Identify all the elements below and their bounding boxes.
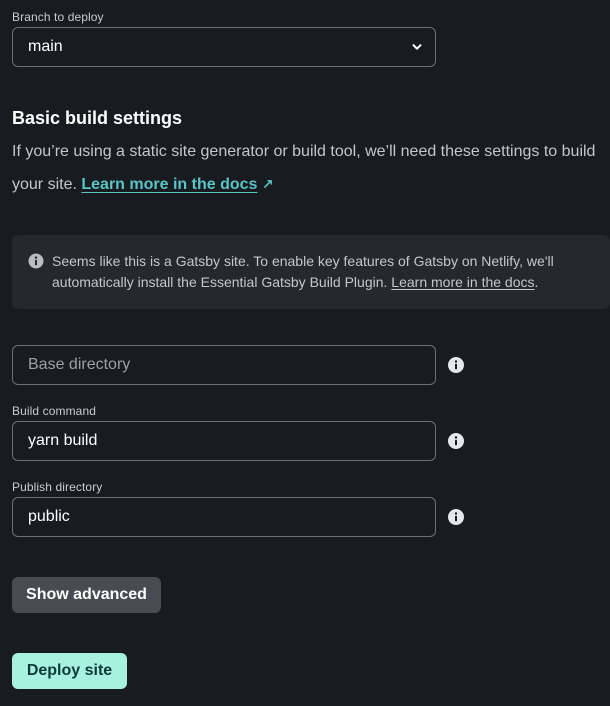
- callout-trailing: .: [534, 274, 539, 290]
- info-glyph-icon: [454, 512, 458, 522]
- base-directory-input[interactable]: Base directory: [12, 345, 436, 385]
- build-command-label: Build command: [12, 404, 97, 418]
- callout-docs-link[interactable]: Learn more in the docs: [391, 274, 534, 290]
- deploy-site-button[interactable]: Deploy site: [12, 653, 127, 689]
- build-command-value: yarn build: [28, 432, 98, 449]
- show-advanced-button[interactable]: Show advanced: [12, 577, 161, 613]
- build-settings-title: Basic build settings: [12, 108, 183, 128]
- build-command-info-icon[interactable]: [448, 433, 464, 449]
- base-directory-info-icon[interactable]: [448, 357, 464, 373]
- info-icon: [28, 253, 44, 269]
- info-glyph-icon: [454, 436, 458, 446]
- publish-directory-label: Publish directory: [12, 480, 103, 494]
- publish-directory-input[interactable]: public: [12, 497, 436, 537]
- branch-select-value: main: [28, 38, 63, 55]
- gatsby-callout: Seems like this is a Gatsby site. To ena…: [12, 235, 610, 309]
- publish-directory-value: public: [28, 508, 70, 525]
- branch-select[interactable]: main: [12, 27, 436, 67]
- info-glyph-icon: [454, 360, 458, 370]
- publish-directory-info-icon[interactable]: [448, 509, 464, 525]
- chevron-down-icon: [412, 44, 422, 50]
- build-command-input[interactable]: yarn build: [12, 421, 436, 461]
- base-directory-placeholder: Base directory: [28, 356, 131, 373]
- external-link-icon: ↗: [261, 176, 274, 192]
- build-settings-description: If you’re using a static site generator …: [12, 136, 602, 201]
- branch-label: Branch to deploy: [12, 10, 104, 24]
- docs-link[interactable]: Learn more in the docs: [81, 176, 257, 193]
